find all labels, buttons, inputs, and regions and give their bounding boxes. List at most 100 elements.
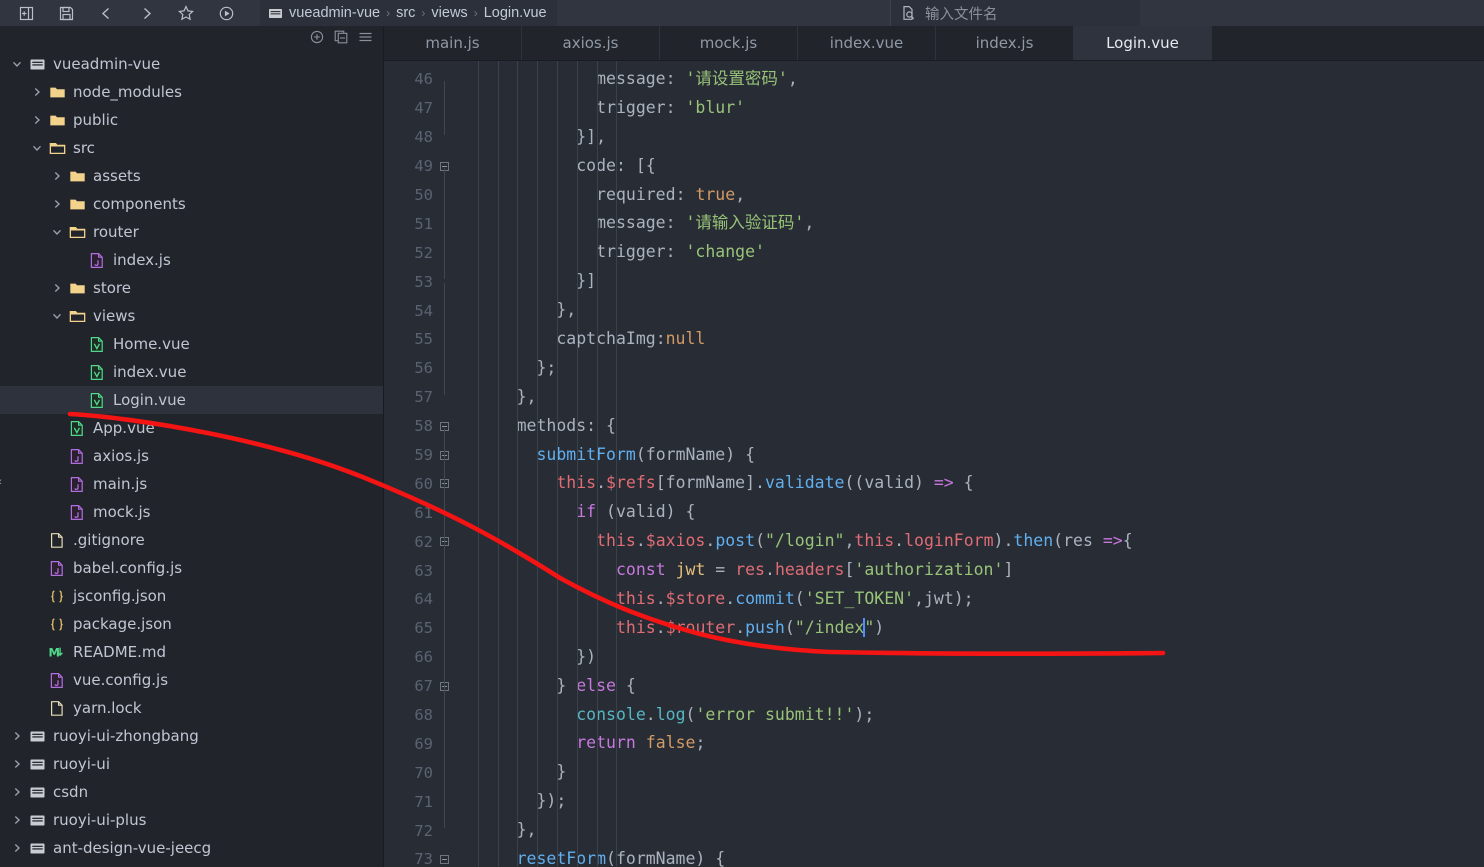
- chevron-right-icon[interactable]: [8, 814, 26, 826]
- tree-item-babel-config-js[interactable]: babel.config.js: [0, 554, 383, 582]
- code-line[interactable]: return false;: [457, 729, 1484, 758]
- sidebar-collapse-handle[interactable]: ‹: [0, 463, 11, 501]
- code-line[interactable]: },: [457, 296, 1484, 325]
- run-icon[interactable]: [206, 1, 246, 25]
- code-line[interactable]: });: [457, 787, 1484, 816]
- code-line[interactable]: if (valid) {: [457, 498, 1484, 527]
- code-line[interactable]: },: [457, 816, 1484, 845]
- code-line[interactable]: }]: [457, 267, 1484, 296]
- breadcrumb-item-2[interactable]: views: [431, 5, 467, 21]
- tree-item-main-js[interactable]: main.js: [0, 470, 383, 498]
- code-area[interactable]: 46 47 48 49 50 51 52 53 54 55 56 57 58 59 60 61 62 63 64 65…: [384, 61, 1484, 867]
- editor-tab-bar[interactable]: main.js axios.js mock.js index.vue index.js L…: [384, 26, 1484, 61]
- chevron-down-icon[interactable]: [8, 58, 26, 70]
- code-content[interactable]: message: '请设置密码', trigger: 'blur' }], co…: [457, 61, 1484, 867]
- gutter-line[interactable]: 69: [384, 729, 457, 758]
- gutter-line[interactable]: 72: [384, 816, 457, 845]
- code-line[interactable]: message: '请设置密码',: [457, 65, 1484, 94]
- gutter-line[interactable]: 70: [384, 758, 457, 787]
- chevron-right-icon[interactable]: [48, 170, 66, 182]
- tree-item-ruoyi-ui-zhongbang[interactable]: ruoyi-ui-zhongbang: [0, 722, 383, 750]
- code-line[interactable]: this.$axios.post("/login",this.loginForm…: [457, 527, 1484, 556]
- tree-item-login-vue[interactable]: Login.vue: [0, 386, 383, 414]
- chevron-right-icon[interactable]: [8, 730, 26, 742]
- breadcrumb-item-3[interactable]: Login.vue: [484, 5, 547, 21]
- tree-item-package-json[interactable]: package.json: [0, 610, 383, 638]
- gutter-line[interactable]: 64: [384, 585, 457, 614]
- gutter-line[interactable]: 58: [384, 412, 457, 441]
- tree-item-node-modules[interactable]: node_modules: [0, 78, 383, 106]
- gutter-line[interactable]: 62: [384, 527, 457, 556]
- chevron-right-icon[interactable]: [48, 282, 66, 294]
- tree-item-ruoyi-ui-plus[interactable]: ruoyi-ui-plus: [0, 806, 383, 834]
- gutter-line[interactable]: 54: [384, 296, 457, 325]
- tree-item-axios-js[interactable]: axios.js: [0, 442, 383, 470]
- gutter-line[interactable]: 50: [384, 181, 457, 210]
- gutter-line[interactable]: 55: [384, 325, 457, 354]
- code-line[interactable]: resetForm(formName) {: [457, 845, 1484, 867]
- code-line[interactable]: message: '请输入验证码',: [457, 209, 1484, 238]
- code-line[interactable]: required: true,: [457, 181, 1484, 210]
- code-line[interactable]: methods: {: [457, 412, 1484, 441]
- tree-item-src[interactable]: src: [0, 134, 383, 162]
- tree-item-vue-config-js[interactable]: vue.config.js: [0, 666, 383, 694]
- editor-tab-main-js[interactable]: main.js: [384, 26, 522, 60]
- chevron-right-icon[interactable]: [8, 758, 26, 770]
- file-search-box[interactable]: 输入文件名: [890, 0, 1140, 26]
- new-item-icon[interactable]: [310, 30, 324, 44]
- code-line[interactable]: trigger: 'change': [457, 238, 1484, 267]
- code-line[interactable]: captchaImg:null: [457, 325, 1484, 354]
- tree-item-views[interactable]: views: [0, 302, 383, 330]
- tree-item-index-vue[interactable]: index.vue: [0, 358, 383, 386]
- code-line[interactable]: },: [457, 383, 1484, 412]
- code-line[interactable]: console.log('error submit!!');: [457, 701, 1484, 730]
- chevron-right-icon[interactable]: [8, 842, 26, 854]
- tree-item-home-vue[interactable]: Home.vue: [0, 330, 383, 358]
- forward-chevron-icon[interactable]: [126, 1, 166, 25]
- file-tree[interactable]: vueadmin-vue node_modules public src assets c…: [0, 48, 383, 867]
- gutter-line[interactable]: 48: [384, 123, 457, 152]
- tree-item-jsconfig-json[interactable]: jsconfig.json: [0, 582, 383, 610]
- chevron-down-icon[interactable]: [28, 142, 46, 154]
- tree-item-ruoyi-ui[interactable]: ruoyi-ui: [0, 750, 383, 778]
- breadcrumb-item-1[interactable]: src: [396, 5, 415, 21]
- code-line[interactable]: };: [457, 354, 1484, 383]
- gutter-line[interactable]: 61: [384, 498, 457, 527]
- chevron-down-icon[interactable]: [48, 226, 66, 238]
- editor-tab-axios-js[interactable]: axios.js: [522, 26, 660, 60]
- chevron-right-icon[interactable]: [28, 86, 46, 98]
- tree-item-app-vue[interactable]: App.vue: [0, 414, 383, 442]
- back-chevron-icon[interactable]: [86, 1, 126, 25]
- gutter-line[interactable]: 73: [384, 845, 457, 867]
- gutter-line[interactable]: 63: [384, 556, 457, 585]
- tree-item-csdn[interactable]: csdn: [0, 778, 383, 806]
- breadcrumb-item-0[interactable]: vueadmin-vue: [289, 5, 380, 21]
- chevron-right-icon[interactable]: [48, 198, 66, 210]
- tree-item-index-js[interactable]: index.js: [0, 246, 383, 274]
- gutter-line[interactable]: 59: [384, 441, 457, 470]
- gutter-line[interactable]: 46: [384, 65, 457, 94]
- tree-item-mock-js[interactable]: mock.js: [0, 498, 383, 526]
- gutter-line[interactable]: 66: [384, 643, 457, 672]
- tree-item-yarn-lock[interactable]: yarn.lock: [0, 694, 383, 722]
- chevron-down-icon[interactable]: [48, 310, 66, 322]
- editor-tab-index-vue[interactable]: index.vue: [798, 26, 936, 60]
- editor-tab-index-js[interactable]: index.js: [936, 26, 1074, 60]
- code-line[interactable]: this.$store.commit('SET_TOKEN',jwt);: [457, 585, 1484, 614]
- menu-icon[interactable]: [358, 30, 373, 44]
- gutter-line[interactable]: 51: [384, 209, 457, 238]
- gutter-line[interactable]: 47: [384, 94, 457, 123]
- gutter-line[interactable]: 68: [384, 701, 457, 730]
- gutter-line[interactable]: 67: [384, 672, 457, 701]
- tree-item-store[interactable]: store: [0, 274, 383, 302]
- add-panel-icon[interactable]: [6, 1, 46, 25]
- gutter-line[interactable]: 56: [384, 354, 457, 383]
- star-icon[interactable]: [166, 1, 206, 25]
- tree-item-readme-md[interactable]: M README.md: [0, 638, 383, 666]
- gutter-line[interactable]: 49: [384, 152, 457, 181]
- gutter-line[interactable]: 52: [384, 238, 457, 267]
- code-line[interactable]: }: [457, 758, 1484, 787]
- tree-item--gitignore[interactable]: .gitignore: [0, 526, 383, 554]
- gutter-line[interactable]: 53: [384, 267, 457, 296]
- gutter-line[interactable]: 57: [384, 383, 457, 412]
